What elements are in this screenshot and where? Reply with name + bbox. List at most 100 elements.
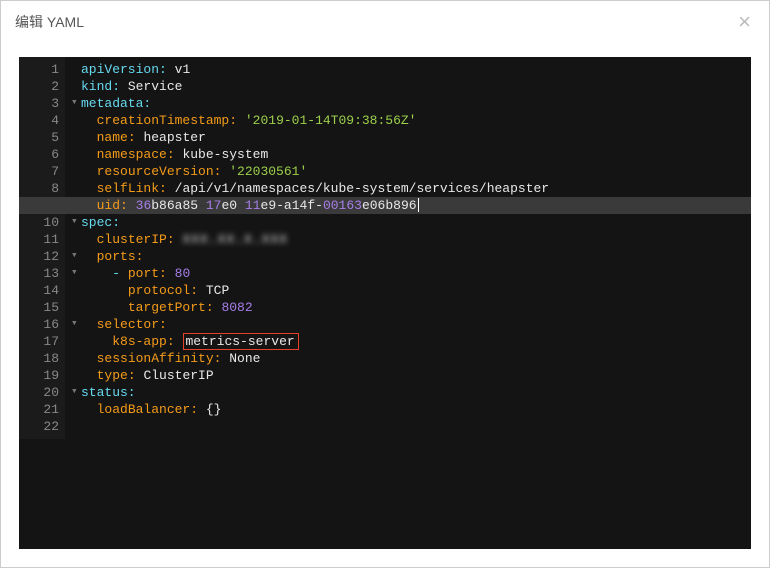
token: TCP xyxy=(206,283,229,298)
code-area[interactable]: apiVersion: v1kind: Servicemetadata: cre… xyxy=(81,61,751,435)
token: 36 xyxy=(136,198,152,213)
token: type: xyxy=(97,368,136,383)
yaml-editor[interactable]: 12345678910111213141516171819202122 apiV… xyxy=(19,57,751,549)
token: e9 xyxy=(261,198,277,213)
token: None xyxy=(229,351,260,366)
token xyxy=(81,368,97,383)
token: selector: xyxy=(97,317,167,332)
token: 11 xyxy=(245,198,261,213)
token: b86a85 xyxy=(151,198,198,213)
token xyxy=(81,232,97,247)
modal-title: 编辑 YAML xyxy=(15,12,84,32)
token: kind: xyxy=(81,79,120,94)
gutter-line: 3 xyxy=(23,95,59,112)
token xyxy=(81,249,97,264)
fold-icon[interactable]: ▾ xyxy=(71,95,78,112)
token: {} xyxy=(198,402,221,417)
token: ClusterIP xyxy=(143,368,213,383)
token xyxy=(237,113,245,128)
code-line[interactable]: selfLink: /api/v1/namespaces/kube-system… xyxy=(81,180,751,197)
token: e06 xyxy=(362,198,385,213)
token: targetPort: xyxy=(128,300,214,315)
token: 80 xyxy=(175,266,191,281)
code-line[interactable]: metadata: xyxy=(81,95,751,112)
code-line[interactable]: uid: 36b86a85-17e0-11e9-a14f-00163e06b89… xyxy=(81,197,751,214)
gutter-line: 6 xyxy=(23,146,59,163)
code-line[interactable]: sessionAffinity: None xyxy=(81,350,751,367)
token: heapster xyxy=(143,130,205,145)
code-line[interactable]: clusterIP: XXX.XX.X.XXX xyxy=(81,231,751,248)
token xyxy=(81,283,128,298)
code-line[interactable]: ports: xyxy=(81,248,751,265)
token xyxy=(167,266,175,281)
token xyxy=(81,181,97,196)
token xyxy=(175,334,183,349)
fold-icon[interactable]: ▾ xyxy=(71,214,78,231)
code-line[interactable]: resourceVersion: '22030561' xyxy=(81,163,751,180)
code-line[interactable]: - port: 80 xyxy=(81,265,751,282)
gutter-line: 19 xyxy=(23,367,59,384)
fold-icon[interactable]: ▾ xyxy=(71,248,78,265)
code-line[interactable]: targetPort: 8082 xyxy=(81,299,751,316)
token xyxy=(81,300,128,315)
gutter-line: 20 xyxy=(23,384,59,401)
code-line[interactable]: status: xyxy=(81,384,751,401)
token xyxy=(81,334,112,349)
code-line[interactable]: protocol: TCP xyxy=(81,282,751,299)
fold-icon[interactable]: ▾ xyxy=(71,384,78,401)
code-line[interactable] xyxy=(81,418,751,435)
fold-icon[interactable]: ▾ xyxy=(71,265,78,282)
token xyxy=(81,402,97,417)
token: Service xyxy=(128,79,183,94)
gutter-line: 13 xyxy=(23,265,59,282)
token xyxy=(81,113,97,128)
token xyxy=(81,147,97,162)
gutter-line: 15 xyxy=(23,299,59,316)
gutter-line: 4 xyxy=(23,112,59,129)
token: metrics-server xyxy=(184,334,297,349)
token: loadBalancer: xyxy=(97,402,198,417)
gutter-line: 14 xyxy=(23,282,59,299)
token: metadata: xyxy=(81,96,151,111)
code-line[interactable]: spec: xyxy=(81,214,751,231)
code-line[interactable]: namespace: kube-system xyxy=(81,146,751,163)
token: kube-system xyxy=(182,147,268,162)
token: - xyxy=(237,198,245,213)
token: b896 xyxy=(385,198,416,213)
gutter-line: 18 xyxy=(23,350,59,367)
token: sessionAffinity: xyxy=(97,351,222,366)
token: creationTimestamp: xyxy=(97,113,237,128)
token: e0 xyxy=(221,198,237,213)
token xyxy=(81,351,97,366)
token: resourceVersion: xyxy=(97,164,222,179)
token: ports: xyxy=(97,249,144,264)
code-line[interactable]: selector: xyxy=(81,316,751,333)
code-line[interactable]: type: ClusterIP xyxy=(81,367,751,384)
token: clusterIP: xyxy=(97,232,175,247)
token: '22030561' xyxy=(229,164,307,179)
token xyxy=(81,198,97,213)
code-line[interactable]: name: heapster xyxy=(81,129,751,146)
gutter-line: 1 xyxy=(23,61,59,78)
token: '2019-01-14T09:38:56Z' xyxy=(245,113,417,128)
fold-icon[interactable]: ▾ xyxy=(71,316,78,333)
token: 17 xyxy=(206,198,222,213)
gutter-line: 7 xyxy=(23,163,59,180)
code-line[interactable]: kind: Service xyxy=(81,78,751,95)
code-line[interactable]: creationTimestamp: '2019-01-14T09:38:56Z… xyxy=(81,112,751,129)
token xyxy=(81,317,97,332)
token: protocol: xyxy=(128,283,198,298)
token: apiVersion: xyxy=(81,62,167,77)
token: uid: xyxy=(97,198,128,213)
token: - xyxy=(112,266,120,281)
gutter-line: 5 xyxy=(23,129,59,146)
token: 8082 xyxy=(221,300,252,315)
gutter-line: 21 xyxy=(23,401,59,418)
code-line[interactable]: k8s-app: metrics-server xyxy=(81,333,751,350)
close-icon[interactable]: × xyxy=(734,11,755,33)
token: selfLink: xyxy=(97,181,167,196)
code-line[interactable]: loadBalancer: {} xyxy=(81,401,751,418)
code-line[interactable]: apiVersion: v1 xyxy=(81,61,751,78)
token: - xyxy=(198,198,206,213)
token: k8s-app: xyxy=(112,334,174,349)
